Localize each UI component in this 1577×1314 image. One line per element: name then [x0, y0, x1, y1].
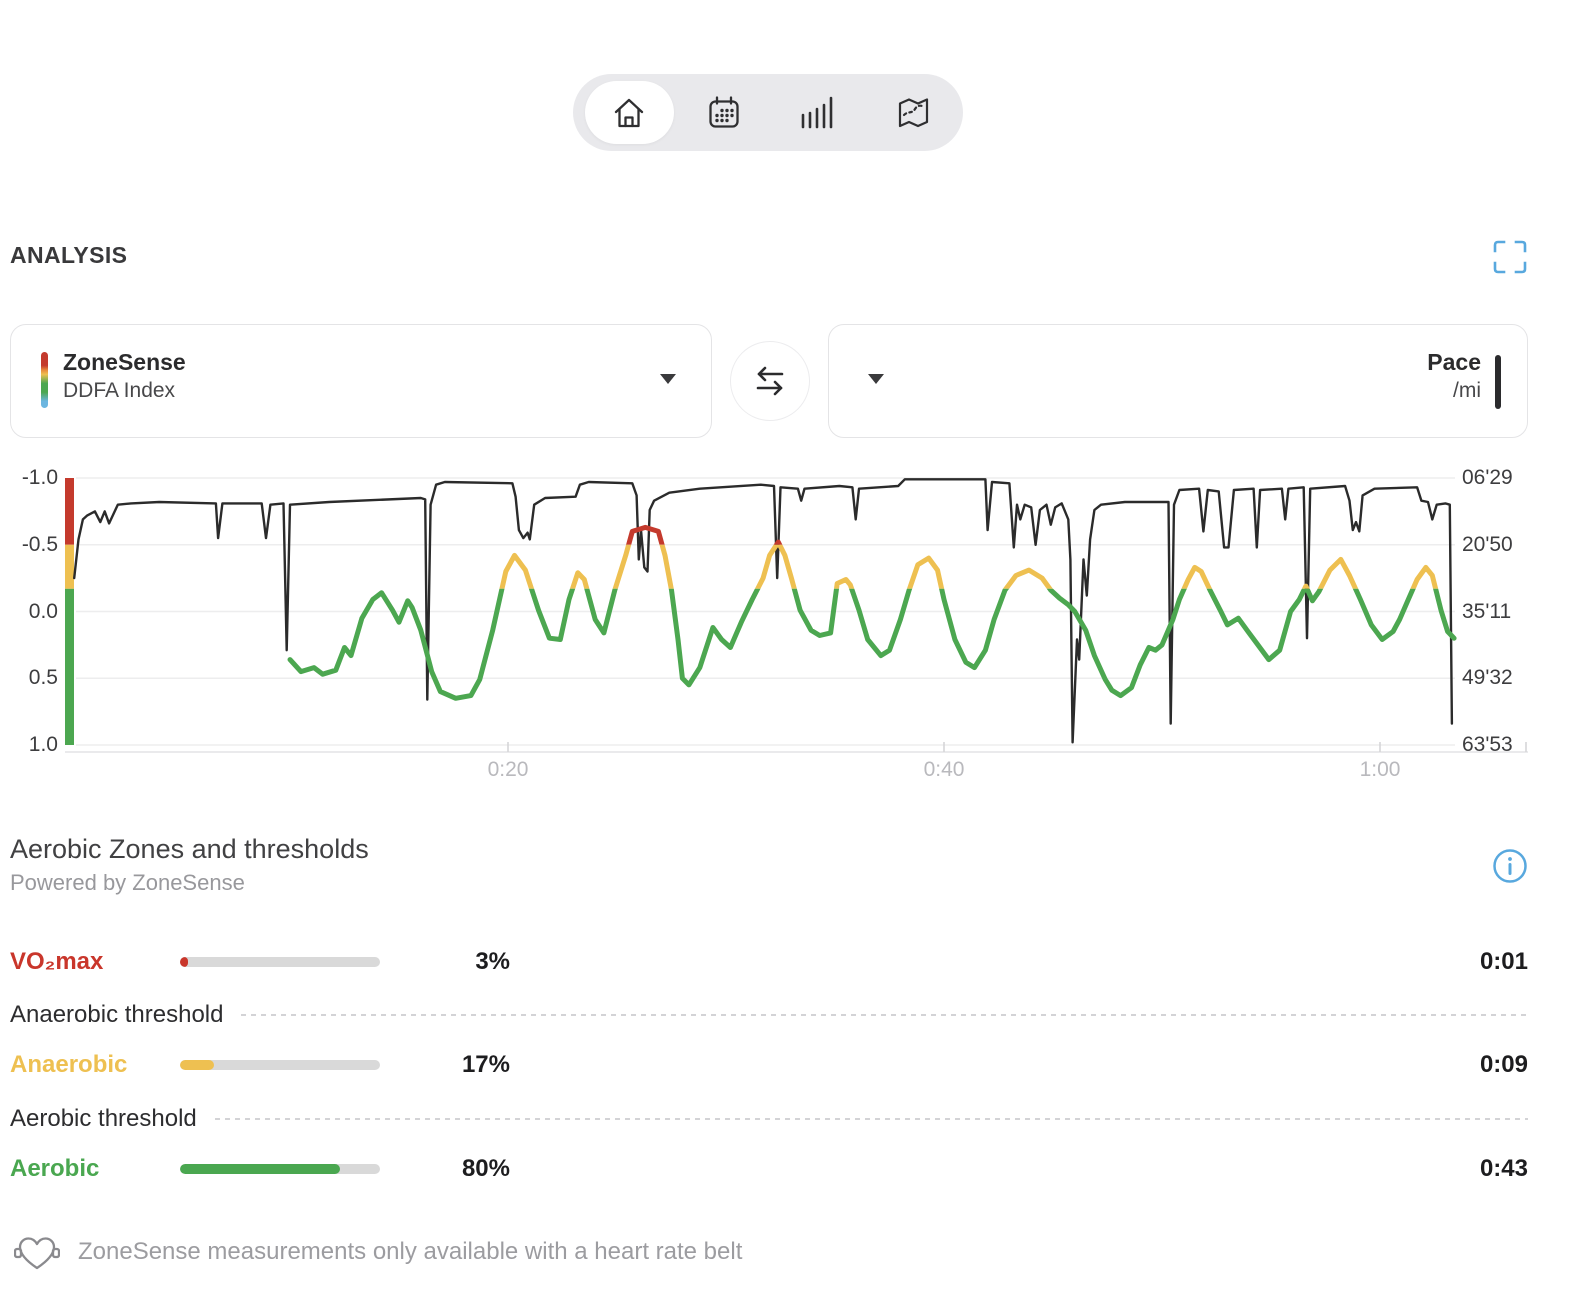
- zone-time: 0:43: [1480, 1155, 1528, 1183]
- left-series-selector[interactable]: ZoneSense DDFA Index: [10, 324, 712, 438]
- zone-progress-fill: [180, 1060, 214, 1070]
- zone-progress-track: [180, 957, 380, 967]
- axis-tick-label: 1:00: [1335, 757, 1425, 783]
- threshold-dotted-line: [241, 1014, 1528, 1016]
- pace-color-indicator: [1495, 355, 1501, 409]
- info-icon: [1492, 848, 1528, 884]
- zone-percent: 3%: [390, 948, 510, 976]
- zone-row-aerobic: Aerobic 80% 0:43: [10, 1153, 1528, 1185]
- threshold-label: Anaerobic threshold: [10, 1001, 223, 1029]
- zone-progress-fill: [180, 957, 188, 967]
- home-icon: [610, 95, 648, 131]
- heart-rate-belt-icon: [14, 1233, 60, 1275]
- nav-map-button[interactable]: [869, 74, 959, 151]
- axis-tick-label: 0:40: [899, 757, 989, 783]
- right-selector-subtitle: /mi: [1427, 377, 1481, 405]
- axis-tick-label: -1.0: [0, 465, 58, 491]
- zonesense-footnote: ZoneSense measurements only available wi…: [78, 1238, 742, 1266]
- zone-progress-fill: [180, 1164, 340, 1174]
- zonesense-gradient-bar: [41, 352, 48, 408]
- axis-tick-label: 63'53: [1462, 732, 1572, 758]
- nav-home-button[interactable]: [584, 74, 674, 151]
- right-selector-title: Pace: [1427, 347, 1481, 377]
- chevron-down-icon: [868, 374, 884, 384]
- fullscreen-icon: [1491, 238, 1529, 276]
- calendar-icon: [705, 94, 743, 132]
- right-series-selector[interactable]: Pace /mi: [828, 324, 1528, 438]
- left-selector-subtitle: DDFA Index: [63, 377, 186, 405]
- zones-info-button[interactable]: [1492, 848, 1528, 884]
- nav-calendar-button[interactable]: [679, 74, 769, 151]
- map-icon: [895, 94, 933, 132]
- axis-tick-label: 20'50: [1462, 532, 1572, 558]
- expand-chart-button[interactable]: [1490, 238, 1530, 278]
- axis-tick-label: 1.0: [0, 732, 58, 758]
- axis-tick-label: 49'32: [1462, 665, 1572, 691]
- threshold-dotted-line: [215, 1118, 1528, 1120]
- chevron-down-icon: [660, 374, 676, 384]
- swap-series-button[interactable]: [730, 341, 810, 421]
- left-selector-title: ZoneSense: [63, 347, 186, 377]
- axis-tick-label: 0:20: [463, 757, 553, 783]
- zone-progress-track: [180, 1060, 380, 1070]
- zone-label: Anaerobic: [10, 1051, 127, 1079]
- analysis-section-title: ANALYSIS: [10, 242, 127, 269]
- anaerobic-threshold-row: Anaerobic threshold: [10, 1000, 1528, 1030]
- zones-section-subtitle: Powered by ZoneSense: [10, 870, 245, 896]
- activity-analysis-screen: ANALYSIS ZoneSense DDFA Index Pace /mi -…: [0, 0, 1577, 1314]
- swap-arrows-icon: [751, 364, 789, 398]
- zone-label: VO₂max: [10, 948, 103, 976]
- axis-tick-label: 06'29: [1462, 465, 1572, 491]
- zones-section-title: Aerobic Zones and thresholds: [10, 834, 369, 865]
- axis-tick-label: -0.5: [0, 532, 58, 558]
- axis-tick-label: 35'11: [1462, 599, 1572, 625]
- zone-row-vo2max: VO₂max 3% 0:01: [10, 946, 1528, 978]
- zone-percent: 17%: [390, 1051, 510, 1079]
- zone-percent: 80%: [390, 1155, 510, 1183]
- threshold-label: Aerobic threshold: [10, 1105, 197, 1133]
- zone-row-anaerobic: Anaerobic 17% 0:09: [10, 1049, 1528, 1081]
- view-switcher: [573, 74, 963, 151]
- zone-time: 0:01: [1480, 948, 1528, 976]
- bar-chart-icon: [798, 94, 838, 132]
- zone-label: Aerobic: [10, 1155, 99, 1183]
- axis-tick-label: 0.0: [0, 599, 58, 625]
- axis-tick-label: 0.5: [0, 665, 58, 691]
- zone-progress-track: [180, 1164, 380, 1174]
- zone-time: 0:09: [1480, 1051, 1528, 1079]
- nav-progress-button[interactable]: [773, 74, 863, 151]
- aerobic-threshold-row: Aerobic threshold: [10, 1104, 1528, 1134]
